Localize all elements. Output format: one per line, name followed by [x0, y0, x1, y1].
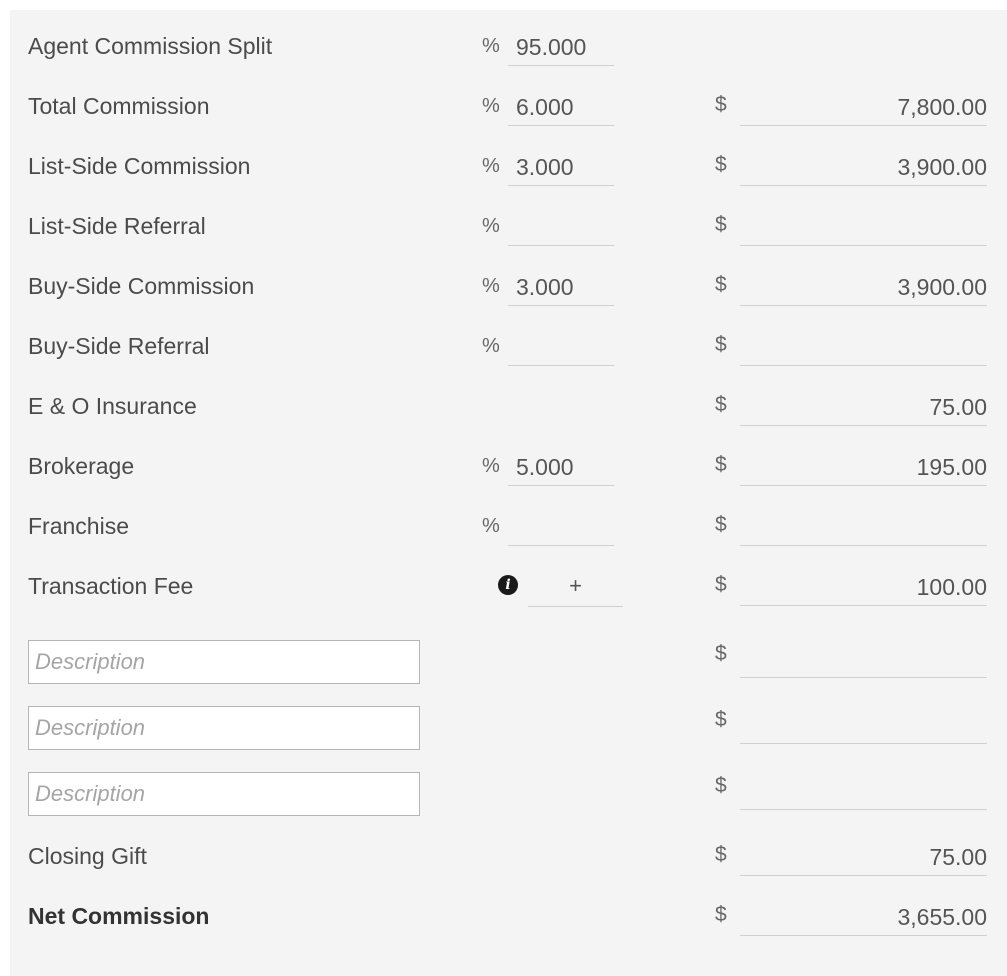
agent-commission-split-label: Agent Commission Split — [28, 33, 273, 59]
row-custom-description-1: $ — [10, 632, 1007, 692]
buy-side-referral-amount-field[interactable] — [740, 328, 987, 366]
franchise-label: Franchise — [28, 513, 129, 539]
row-total-commission: Total Commission % 6.000 $ 7,800.00 — [10, 70, 1007, 130]
list-side-commission-percent-field[interactable]: 3.000 — [508, 148, 614, 186]
row-net-commission: Net Commission $ 3,655.00 — [10, 880, 1007, 940]
percent-symbol: % — [482, 275, 500, 297]
agent-commission-split-percent-field[interactable]: 95.000 — [508, 28, 614, 66]
brokerage-percent-field[interactable]: 5.000 — [508, 448, 614, 486]
eo-insurance-amount-field[interactable]: 75.00 — [740, 388, 987, 426]
dollar-symbol: $ — [715, 573, 727, 596]
dollar-symbol: $ — [715, 513, 727, 536]
eo-insurance-label: E & O Insurance — [28, 393, 197, 419]
row-closing-gift: Closing Gift $ 75.00 — [10, 820, 1007, 880]
row-eo-insurance: E & O Insurance $ 75.00 — [10, 370, 1007, 430]
buy-side-referral-label: Buy-Side Referral — [28, 333, 210, 359]
custom-amount-field[interactable] — [740, 640, 987, 678]
row-transaction-fee: Transaction Fee i + $ 100.00 — [10, 550, 1007, 610]
row-custom-description-2: $ — [10, 698, 1007, 758]
description-input[interactable] — [28, 640, 420, 684]
description-input[interactable] — [28, 706, 420, 750]
percent-symbol: % — [482, 95, 500, 117]
franchise-percent-field[interactable] — [508, 508, 614, 546]
dollar-symbol: $ — [715, 393, 727, 416]
buy-side-commission-amount-field[interactable]: 3,900.00 — [740, 268, 987, 306]
row-list-side-referral: List-Side Referral % $ — [10, 190, 1007, 250]
percent-symbol: % — [482, 335, 500, 357]
percent-symbol: % — [482, 515, 500, 537]
row-buy-side-commission: Buy-Side Commission % 3.000 $ 3,900.00 — [10, 250, 1007, 310]
total-commission-percent-field[interactable]: 6.000 — [508, 88, 614, 126]
dollar-symbol: $ — [715, 774, 727, 797]
dollar-symbol: $ — [715, 843, 727, 866]
percent-symbol: % — [482, 215, 500, 237]
percent-symbol: % — [482, 35, 500, 57]
franchise-amount-field[interactable] — [740, 508, 987, 546]
brokerage-amount-field[interactable]: 195.00 — [740, 448, 987, 486]
total-commission-amount-field[interactable]: 7,800.00 — [740, 88, 987, 126]
list-side-referral-amount-field[interactable] — [740, 208, 987, 246]
info-icon[interactable]: i — [498, 575, 518, 595]
dollar-symbol: $ — [715, 153, 727, 176]
row-list-side-commission: List-Side Commission % 3.000 $ 3,900.00 — [10, 130, 1007, 190]
list-side-referral-percent-field[interactable] — [508, 208, 614, 246]
dollar-symbol: $ — [715, 273, 727, 296]
description-input[interactable] — [28, 772, 420, 816]
closing-gift-label: Closing Gift — [28, 843, 147, 869]
row-brokerage: Brokerage % 5.000 $ 195.00 — [10, 430, 1007, 490]
list-side-commission-label: List-Side Commission — [28, 153, 251, 179]
transaction-fee-amount-field[interactable]: 100.00 — [740, 568, 987, 606]
dollar-symbol: $ — [715, 93, 727, 116]
list-side-referral-label: List-Side Referral — [28, 213, 206, 239]
row-buy-side-referral: Buy-Side Referral % $ — [10, 310, 1007, 370]
custom-amount-field[interactable] — [740, 772, 987, 810]
dollar-symbol: $ — [715, 903, 727, 926]
row-agent-commission-split: Agent Commission Split % 95.000 — [10, 10, 1007, 70]
row-custom-description-3: $ — [10, 764, 1007, 824]
transaction-fee-label: Transaction Fee — [28, 573, 194, 599]
brokerage-label: Brokerage — [28, 453, 135, 479]
buy-side-commission-label: Buy-Side Commission — [28, 273, 255, 299]
dollar-symbol: $ — [715, 213, 727, 236]
buy-side-commission-percent-field[interactable]: 3.000 — [508, 268, 614, 306]
commission-form: Agent Commission Split % 95.000 Total Co… — [10, 10, 1007, 976]
add-transaction-fee-button[interactable]: + — [528, 568, 623, 607]
net-commission-amount-field: 3,655.00 — [740, 898, 987, 936]
net-commission-label: Net Commission — [28, 903, 210, 929]
total-commission-label: Total Commission — [28, 93, 210, 119]
dollar-symbol: $ — [715, 642, 727, 665]
row-franchise: Franchise % $ — [10, 490, 1007, 550]
dollar-symbol: $ — [715, 453, 727, 476]
dollar-symbol: $ — [715, 333, 727, 356]
buy-side-referral-percent-field[interactable] — [508, 328, 614, 366]
percent-symbol: % — [482, 155, 500, 177]
percent-symbol: % — [482, 455, 500, 477]
list-side-commission-amount-field[interactable]: 3,900.00 — [740, 148, 987, 186]
custom-amount-field[interactable] — [740, 706, 987, 744]
dollar-symbol: $ — [715, 708, 727, 731]
closing-gift-amount-field[interactable]: 75.00 — [740, 838, 987, 876]
